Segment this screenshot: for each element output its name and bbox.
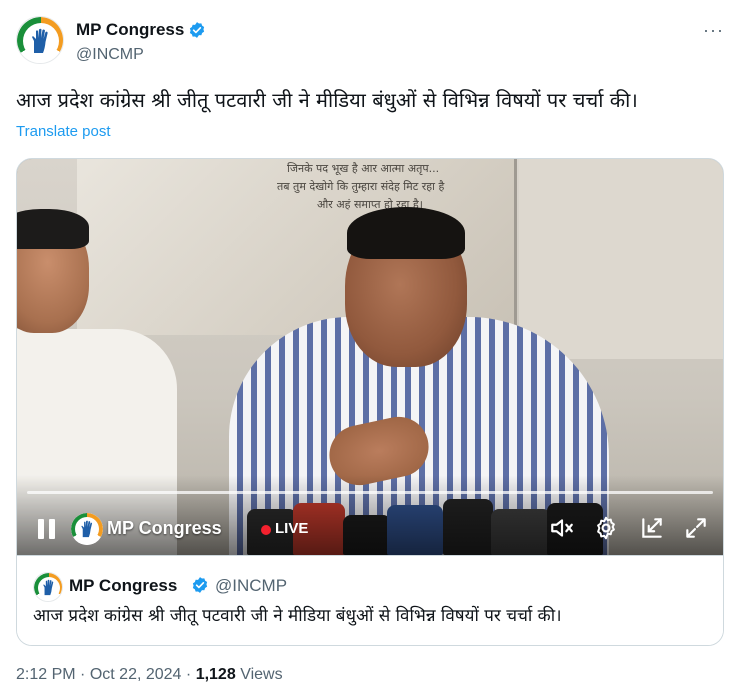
verified-badge-icon xyxy=(190,22,205,38)
quoted-author-name[interactable]: MP Congress xyxy=(69,576,177,596)
fullscreen-icon[interactable] xyxy=(683,515,709,541)
poster-text-line: तब तुम देखोगे कि तुम्हारा संदेह मिट रहा … xyxy=(277,180,445,193)
quoted-post-text: आज प्रदेश कांग्रेस श्री जीतू पटवारी जी न… xyxy=(33,606,562,626)
video-player[interactable]: जिनके पद भूख है आर आत्मा अतृप... तब तुम … xyxy=(17,159,723,555)
video-person-left-hair xyxy=(17,209,89,249)
picture-in-picture-icon[interactable] xyxy=(639,515,665,541)
channel-name[interactable]: MP Congress xyxy=(107,518,222,539)
more-options-icon[interactable]: ··· xyxy=(703,20,724,41)
views-count: 1,128 xyxy=(195,666,236,683)
post-text: आज प्रदेश कांग्रेस श्री जीतू पटवारी जी न… xyxy=(16,88,638,112)
live-indicator-dot xyxy=(261,525,271,535)
translate-post-link[interactable]: Translate post xyxy=(16,123,111,140)
post-meta: 2:12 PM · Oct 22, 2024 · 1,128 Views xyxy=(16,666,283,684)
mute-icon[interactable] xyxy=(549,515,575,541)
quoted-author-handle[interactable]: @INCMP xyxy=(215,576,287,596)
pause-icon[interactable] xyxy=(37,519,57,539)
poster-text-line: जिनके पद भूख है आर आत्मा अतृप... xyxy=(287,162,440,175)
author-handle[interactable]: @INCMP xyxy=(76,46,144,64)
author-avatar[interactable] xyxy=(16,16,64,64)
live-label: LIVE xyxy=(275,520,309,537)
views-label: Views xyxy=(240,666,283,683)
congress-hand-logo xyxy=(32,28,48,53)
quoted-author-avatar[interactable] xyxy=(33,572,63,602)
quoted-post[interactable]: MP Congress @INCMP आज प्रदेश कांग्रेस श्… xyxy=(17,555,723,645)
meta-separator: · xyxy=(80,666,86,683)
video-progress-bar[interactable] xyxy=(27,491,713,494)
congress-hand-logo xyxy=(43,579,54,596)
channel-avatar[interactable] xyxy=(71,513,103,545)
author-name[interactable]: MP Congress xyxy=(76,20,184,40)
video-person-speaker-hair xyxy=(347,207,465,259)
post-time[interactable]: 2:12 PM xyxy=(16,666,76,683)
video-wall-panel xyxy=(519,159,723,359)
media-card: जिनके पद भूख है आर आत्मा अतृप... तब तुम … xyxy=(16,158,724,646)
post-date[interactable]: Oct 22, 2024 xyxy=(90,666,182,683)
gear-icon[interactable] xyxy=(593,515,619,541)
congress-hand-logo xyxy=(81,520,93,538)
verified-badge-icon xyxy=(192,577,208,593)
meta-separator: · xyxy=(185,666,192,683)
